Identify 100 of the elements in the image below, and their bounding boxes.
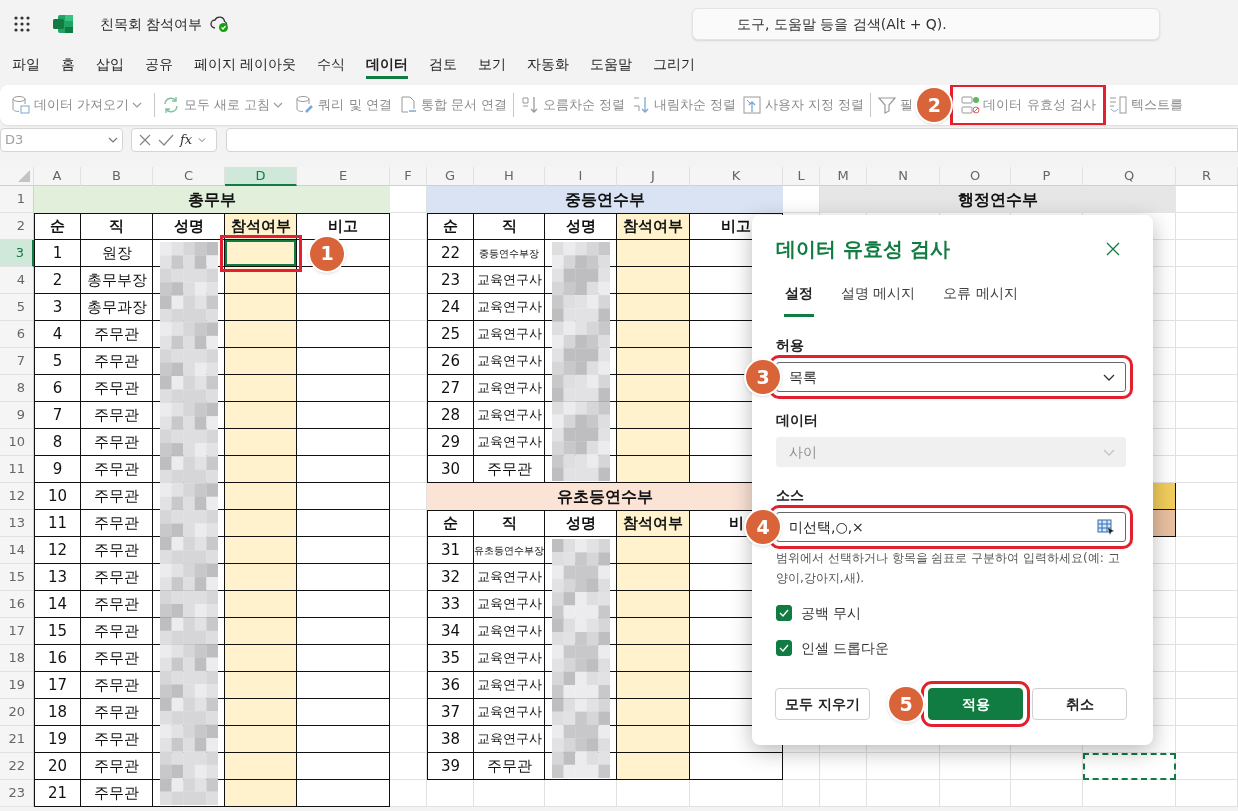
row-header[interactable]: 10 bbox=[0, 429, 34, 456]
formula-input[interactable] bbox=[226, 128, 1238, 152]
checkbox[interactable] bbox=[776, 640, 792, 657]
column-header[interactable]: H bbox=[474, 167, 545, 186]
column-header[interactable]: Q bbox=[1083, 167, 1176, 186]
ribbon-button[interactable]: 쿼리 및 연결 bbox=[292, 91, 395, 119]
column-header[interactable]: C bbox=[153, 167, 225, 186]
row-header[interactable]: 17 bbox=[0, 618, 34, 645]
menu-tab[interactable]: 자동화 bbox=[527, 50, 570, 80]
ribbon-button[interactable]: 통합 문서 연결 bbox=[394, 91, 510, 119]
menu-tab[interactable]: 수식 bbox=[317, 50, 346, 80]
table-cell: 교육연구사 bbox=[474, 618, 545, 645]
column-header[interactable]: I bbox=[545, 167, 617, 186]
row-header[interactable]: 11 bbox=[0, 456, 34, 483]
row-header[interactable]: 3 bbox=[0, 240, 34, 267]
column-header[interactable]: L bbox=[783, 167, 820, 186]
dialog-button[interactable]: 취소 bbox=[1032, 688, 1127, 720]
row-header[interactable]: 9 bbox=[0, 402, 34, 429]
row-header[interactable]: 19 bbox=[0, 672, 34, 699]
column-header[interactable]: D bbox=[225, 167, 297, 186]
step-badge: 5 bbox=[889, 687, 923, 721]
close-icon[interactable] bbox=[1106, 242, 1120, 256]
ribbon-button[interactable]: 내림차순 정렬 bbox=[628, 91, 740, 119]
row-header[interactable]: 7 bbox=[0, 348, 34, 375]
insert-function-button[interactable]: fx bbox=[180, 130, 193, 150]
dialog-tab[interactable]: 설정 bbox=[784, 281, 814, 317]
dialog-tab[interactable]: 오류 메시지 bbox=[942, 281, 1019, 317]
menu-tab[interactable]: 홈 bbox=[61, 50, 75, 80]
chevron-down-icon bbox=[198, 136, 207, 144]
search-field[interactable]: 도구, 도움말 등을 검색(Alt + Q). bbox=[692, 8, 1160, 40]
ribbon-button[interactable]: 모두 새로 고침 bbox=[158, 91, 287, 119]
menu-tab[interactable]: 검토 bbox=[429, 50, 458, 80]
row-header[interactable]: 6 bbox=[0, 321, 34, 348]
column-heading: 참석여부 bbox=[617, 213, 690, 240]
column-header[interactable]: O bbox=[940, 167, 1011, 186]
custom-sort-icon bbox=[742, 95, 763, 115]
cancel-icon[interactable] bbox=[138, 133, 152, 147]
ribbon-button[interactable]: 오름차순 정렬 bbox=[516, 91, 629, 119]
menu-tab[interactable]: 보기 bbox=[478, 50, 507, 80]
column-header[interactable]: R bbox=[1176, 167, 1238, 186]
menu-tab[interactable]: 데이터 bbox=[366, 50, 409, 80]
menu-tab[interactable]: 파일 bbox=[12, 50, 40, 80]
field-label: 데이터 bbox=[776, 411, 819, 430]
dialog-tab[interactable]: 설명 메시지 bbox=[840, 281, 917, 317]
menu-tab[interactable]: 페이지 레이아웃 bbox=[194, 50, 297, 80]
chevron-down-icon bbox=[108, 135, 118, 145]
table-cell: 교육연구사 bbox=[474, 429, 545, 456]
checkbox[interactable] bbox=[776, 605, 792, 622]
cloud-saved-icon bbox=[210, 15, 231, 33]
row-header[interactable]: 8 bbox=[0, 375, 34, 402]
row-header[interactable]: 22 bbox=[0, 753, 34, 780]
menu-tab[interactable]: 삽입 bbox=[96, 50, 124, 80]
row-header[interactable]: 15 bbox=[0, 564, 34, 591]
column-header[interactable]: M bbox=[820, 167, 867, 186]
range-select-icon[interactable] bbox=[1097, 518, 1115, 536]
ribbon-button[interactable]: 데이터 가져오기 bbox=[8, 91, 146, 119]
app-launcher-icon[interactable] bbox=[14, 16, 30, 32]
column-header[interactable]: A bbox=[34, 167, 81, 186]
row-header[interactable]: 21 bbox=[0, 726, 34, 753]
row-header[interactable]: 14 bbox=[0, 537, 34, 564]
table-cell: 주무관 bbox=[81, 537, 153, 564]
dialog-button[interactable]: 모두 지우기 bbox=[775, 688, 870, 720]
column-header[interactable]: F bbox=[390, 167, 427, 186]
table-cell: 34 bbox=[427, 618, 474, 645]
ribbon-button[interactable]: 필 bbox=[874, 91, 914, 119]
spreadsheet-app-icon[interactable] bbox=[52, 14, 74, 34]
row-header[interactable]: 20 bbox=[0, 699, 34, 726]
column-header[interactable]: G bbox=[427, 167, 474, 186]
row-header[interactable]: 16 bbox=[0, 591, 34, 618]
row-header[interactable]: 18 bbox=[0, 645, 34, 672]
menu-tab[interactable]: 그리기 bbox=[653, 50, 696, 80]
table-cell: 주무관 bbox=[81, 672, 153, 699]
row-header[interactable]: 2 bbox=[0, 213, 34, 240]
check-icon[interactable] bbox=[158, 133, 174, 147]
column-header[interactable]: J bbox=[617, 167, 690, 186]
column-header[interactable]: P bbox=[1011, 167, 1083, 186]
column-header[interactable]: B bbox=[81, 167, 153, 186]
row-header[interactable]: 12 bbox=[0, 483, 34, 510]
chevron-down-icon bbox=[273, 100, 284, 110]
menu-tab[interactable]: 공유 bbox=[145, 50, 173, 80]
row-header[interactable]: 4 bbox=[0, 267, 34, 294]
table-cell: 교육연구사 bbox=[474, 294, 545, 321]
table-cell: 7 bbox=[34, 402, 81, 429]
ribbon-button[interactable]: 데이터 유효성 검사 bbox=[957, 91, 1099, 119]
table-cell: 17 bbox=[34, 672, 81, 699]
menu-tab[interactable]: 도움말 bbox=[590, 50, 633, 80]
row-header[interactable]: 23 bbox=[0, 780, 34, 807]
ribbon-button[interactable]: 사용자 지정 정렬 bbox=[739, 91, 868, 119]
row-header[interactable]: 13 bbox=[0, 510, 34, 537]
table-cell: 주무관 bbox=[81, 348, 153, 375]
table-cell: 교육연구사 bbox=[474, 375, 545, 402]
ribbon-button[interactable]: 텍스트를 bbox=[1104, 91, 1186, 119]
column-header[interactable]: E bbox=[297, 167, 390, 186]
row-header[interactable]: 1 bbox=[0, 186, 34, 213]
row-header[interactable]: 5 bbox=[0, 294, 34, 321]
column-header[interactable]: K bbox=[690, 167, 783, 186]
step-badge: 3 bbox=[746, 360, 780, 394]
table-cell: 원장 bbox=[81, 240, 153, 267]
table-cell: 주무관 bbox=[81, 591, 153, 618]
column-header[interactable]: N bbox=[867, 167, 940, 186]
